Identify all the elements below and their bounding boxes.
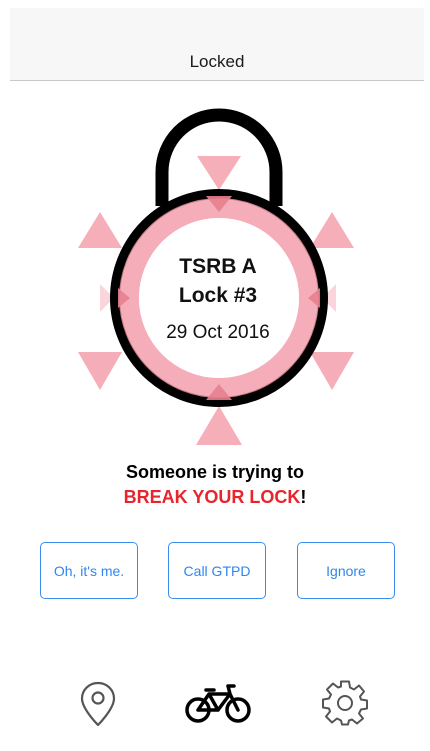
its-me-label: Oh, it's me. (53, 562, 125, 579)
navigation-bar: Locked (10, 8, 424, 81)
lock-name: TSRB A (179, 255, 257, 278)
alert-triangle-bottom (196, 406, 242, 445)
alert-danger-text: BREAK YOUR LOCK (123, 487, 301, 507)
lock-alert-screen: Locked TSRB A Lock #3 29 Oct 2016 Someon… (0, 0, 430, 751)
alert-triangle-upper-left (78, 212, 122, 248)
alert-message: Someone is trying to (125, 462, 305, 482)
ignore-label: Ignore (326, 562, 366, 579)
its-me-button[interactable]: Oh, it's me. (40, 542, 138, 599)
alert-suffix: ! (300, 487, 307, 507)
page-title: Locked (189, 52, 245, 71)
ignore-button[interactable]: Ignore (297, 542, 395, 599)
call-gtpd-label: Call GTPD (183, 562, 251, 579)
alert-triangle-upper-right (310, 212, 354, 248)
bicycle-icon[interactable] (184, 682, 252, 724)
alert-triangle-lower-left (78, 352, 122, 390)
alert-warning: BREAK YOUR LOCK! (0, 487, 430, 508)
alert-triangle-lower-right (310, 352, 354, 390)
alert-triangle-top (197, 156, 241, 190)
gear-icon[interactable] (322, 680, 368, 726)
lock-number: Lock #3 (178, 284, 258, 307)
call-gtpd-button[interactable]: Call GTPD (168, 542, 266, 599)
location-pin-icon[interactable] (78, 680, 118, 728)
lock-date: 29 Oct 2016 (166, 322, 270, 343)
